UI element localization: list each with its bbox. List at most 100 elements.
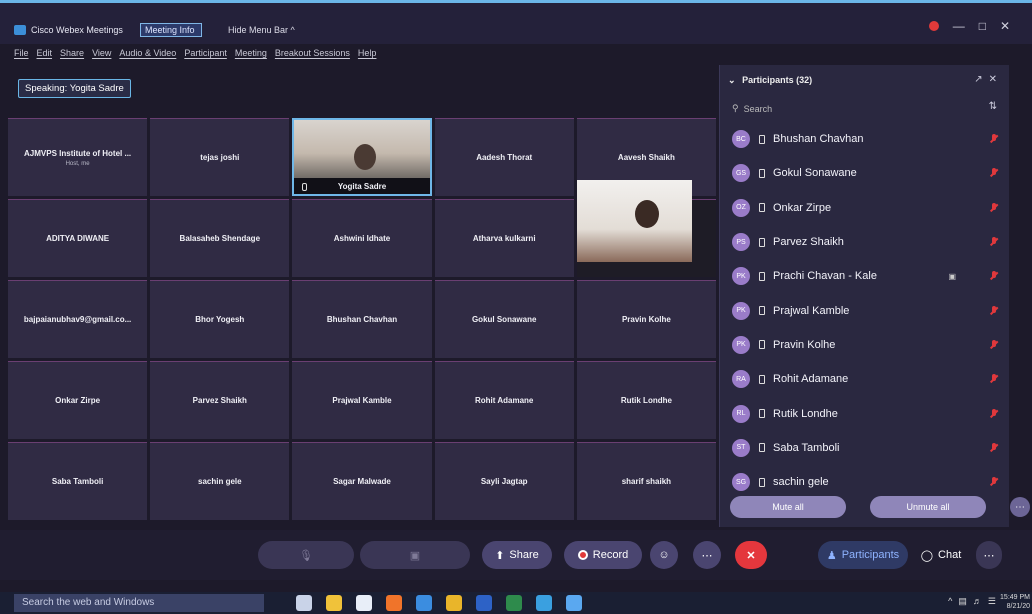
muted-microphone-icon[interactable] — [990, 202, 998, 213]
leave-meeting-button[interactable]: ✕ — [735, 541, 767, 569]
chevron-up-icon[interactable]: ^ — [948, 596, 952, 607]
muted-microphone-icon[interactable] — [990, 134, 998, 144]
more-icon: ⋯ — [983, 549, 995, 562]
webex-taskbar-icon[interactable] — [536, 595, 552, 611]
participant-tile[interactable]: Yogita Sadre — [292, 118, 432, 196]
participant-tile[interactable]: sharif shaikh — [576, 442, 716, 520]
menu-item[interactable]: Participant — [184, 48, 227, 58]
participant-tile[interactable]: Atharva kulkarni — [434, 199, 574, 277]
word-icon[interactable] — [476, 595, 492, 611]
minimize-icon[interactable]: — — [953, 19, 965, 33]
close-panel-icon[interactable]: ✕ — [989, 74, 997, 85]
participant-tile[interactable]: sachin gele — [150, 442, 290, 520]
excel-icon[interactable] — [506, 595, 522, 611]
participant-tile[interactable]: tejas joshi — [150, 118, 290, 196]
mute-button[interactable]: 🎙 — [258, 541, 354, 569]
record-button[interactable]: Record — [564, 541, 642, 569]
record-label: Record — [592, 549, 629, 561]
share-button[interactable]: ⬆ Share — [482, 541, 552, 569]
menu-item[interactable]: Audio & Video — [119, 48, 176, 58]
muted-microphone-icon[interactable] — [990, 442, 998, 453]
participant-tile[interactable]: Bhushan Chavhan — [292, 280, 432, 358]
participant-tile[interactable]: Bhor Yogesh — [150, 280, 290, 358]
file-explorer-icon[interactable] — [326, 595, 342, 611]
participant-tile[interactable]: ADITYA DIWANE — [8, 199, 148, 277]
participant-row[interactable]: PS Parvez Shaikh — [728, 225, 998, 259]
more-options-button[interactable]: ⋯ — [693, 541, 721, 569]
video-feed — [576, 180, 692, 262]
participant-row[interactable]: OZ Onkar Zirpe — [728, 191, 998, 225]
participant-row[interactable]: PK Pravin Kolhe — [728, 328, 998, 362]
photos-icon[interactable] — [566, 595, 582, 611]
participant-row[interactable]: RL Rutik Londhe — [728, 396, 998, 430]
meeting-info-button[interactable]: Meeting Info — [140, 23, 202, 37]
participant-name: Saba Tamboli — [773, 441, 840, 454]
participant-tile[interactable]: AJMVPS Institute of Hotel ... Host, me — [8, 118, 148, 196]
store-icon[interactable] — [356, 595, 372, 611]
participant-tile[interactable] — [576, 180, 716, 277]
menu-item[interactable]: Share — [60, 48, 84, 58]
participant-tile[interactable]: Balasaheb Shendage — [150, 199, 290, 277]
unmute-all-button[interactable]: Unmute all — [870, 496, 986, 518]
chrome-icon[interactable] — [446, 595, 462, 611]
participant-tile[interactable]: Ashwini Idhate — [292, 199, 432, 277]
volume-icon[interactable]: ♬ — [973, 596, 982, 607]
device-icon — [759, 340, 765, 350]
maximize-icon[interactable]: □ — [979, 19, 986, 33]
task-view-icon[interactable] — [296, 595, 312, 611]
participant-tile[interactable]: Pravin Kolhe — [576, 280, 716, 358]
participant-row[interactable]: SG sachin gele — [728, 465, 998, 499]
panel-more-button[interactable]: ⋯ — [976, 541, 1002, 569]
edge-icon[interactable] — [416, 595, 432, 611]
participant-tile[interactable]: Rutik Londhe — [576, 361, 716, 439]
participant-row[interactable]: ST Saba Tamboli — [728, 431, 998, 465]
participant-row[interactable]: PK Prajwal Kamble — [728, 293, 998, 327]
menu-item[interactable]: Edit — [37, 48, 53, 58]
muted-microphone-icon[interactable] — [990, 168, 998, 178]
chat-toggle-button[interactable]: ◯ Chat — [912, 541, 970, 569]
reactions-button[interactable]: ☺ — [650, 541, 678, 569]
participant-row[interactable]: GS Gokul Sonawane — [728, 156, 998, 190]
participant-tile[interactable]: Sagar Malwade — [292, 442, 432, 520]
participant-tile[interactable]: Saba Tamboli — [8, 442, 148, 520]
participant-tile[interactable]: Gokul Sonawane — [434, 280, 574, 358]
sort-icon[interactable]: ⇅ — [989, 101, 997, 112]
network-icon[interactable]: ▤ — [958, 596, 967, 607]
muted-microphone-icon[interactable] — [990, 305, 998, 316]
popout-icon[interactable]: ↗ — [974, 74, 982, 85]
taskbar-search-input[interactable]: Search the web and Windows — [14, 594, 264, 612]
muted-microphone-icon[interactable] — [990, 237, 998, 247]
taskbar-clock[interactable]: 15:49 PM 8/21/20 — [1000, 593, 1030, 611]
participant-row[interactable]: RA Rohit Adamane — [728, 362, 998, 396]
notifications-icon[interactable]: ☰ — [988, 596, 996, 607]
start-video-button[interactable]: ▣ — [360, 541, 470, 569]
participant-tile[interactable]: Rohit Adamane — [434, 361, 574, 439]
participant-row[interactable]: BC Bhushan Chavhan — [728, 122, 998, 156]
menu-item[interactable]: Help — [358, 48, 377, 58]
close-icon[interactable]: ✕ — [1000, 19, 1010, 33]
participant-tile[interactable]: Onkar Zirpe — [8, 361, 148, 439]
participants-toggle-button[interactable]: ♟ Participants — [818, 541, 908, 569]
participant-tile[interactable]: Aadesh Thorat — [434, 118, 574, 196]
firefox-icon[interactable] — [386, 595, 402, 611]
avatar: BC — [732, 130, 750, 149]
participant-tile[interactable]: Sayli Jagtap — [434, 442, 574, 520]
menu-item[interactable]: Breakout Sessions — [275, 48, 350, 58]
participant-row[interactable]: PK Prachi Chavan - Kale ▣ — [728, 259, 998, 293]
muted-microphone-icon[interactable] — [990, 374, 998, 384]
participant-tile[interactable]: bajpaianubhav9@gmail.co... — [8, 280, 148, 358]
participant-tile[interactable]: Prajwal Kamble — [292, 361, 432, 439]
menu-item[interactable]: View — [92, 48, 111, 58]
participant-search-input[interactable]: ⚲ Search — [732, 103, 772, 114]
muted-microphone-icon[interactable] — [990, 477, 998, 487]
participants-header[interactable]: ⌄ Participants (32) — [728, 75, 812, 86]
mute-all-button[interactable]: Mute all — [730, 496, 846, 518]
hide-menu-bar-button[interactable]: Hide Menu Bar ^ — [228, 25, 295, 35]
more-options-icon[interactable]: ⋯ — [1010, 497, 1030, 517]
muted-microphone-icon[interactable] — [990, 339, 998, 350]
muted-microphone-icon[interactable] — [990, 408, 998, 419]
participant-tile[interactable]: Parvez Shaikh — [150, 361, 290, 439]
muted-microphone-icon[interactable] — [990, 271, 998, 281]
menu-item[interactable]: File — [14, 48, 29, 58]
menu-item[interactable]: Meeting — [235, 48, 267, 58]
